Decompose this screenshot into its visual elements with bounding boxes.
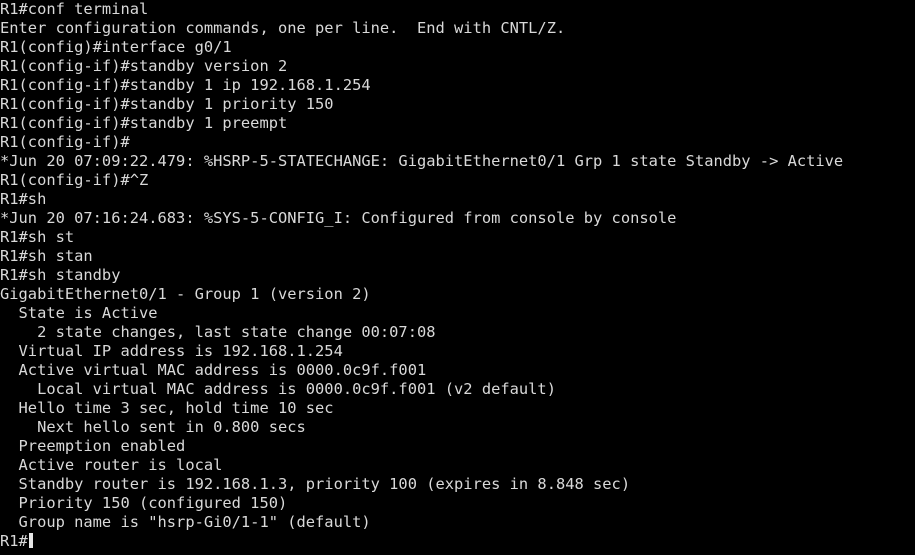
text-cursor	[28, 533, 33, 548]
terminal-window[interactable]: R1#conf terminal Enter configuration com…	[0, 0, 915, 555]
terminal-line: R1(config-if)#^Z	[0, 171, 149, 189]
terminal-line: Enter configuration commands, one per li…	[0, 19, 566, 37]
terminal-line: Active router is local	[0, 456, 223, 474]
terminal-line: R1#conf terminal	[0, 0, 149, 18]
terminal-line: Priority 150 (configured 150)	[0, 494, 288, 512]
terminal-line: R1(config-if)#standby 1 preempt	[0, 114, 288, 132]
terminal-line: GigabitEthernet0/1 - Group 1 (version 2)	[0, 285, 371, 303]
terminal-line: State is Active	[0, 304, 158, 322]
terminal-line: R1(config-if)#	[0, 133, 130, 151]
terminal-line: Hello time 3 sec, hold time 10 sec	[0, 399, 334, 417]
terminal-line: R1#sh st	[0, 228, 75, 246]
terminal-line: Virtual IP address is 192.168.1.254	[0, 342, 343, 360]
terminal-line: *Jun 20 07:16:24.683: %SYS-5-CONFIG_I: C…	[0, 209, 677, 227]
terminal-line: R1(config-if)#standby version 2	[0, 57, 288, 75]
terminal-line: R1#sh standby	[0, 266, 121, 284]
terminal-line: R1(config-if)#standby 1 ip 192.168.1.254	[0, 76, 371, 94]
terminal-line: Group name is "hsrp-Gi0/1-1" (default)	[0, 513, 371, 531]
command-prompt: R1#	[0, 532, 28, 550]
terminal-line: Active virtual MAC address is 0000.0c9f.…	[0, 361, 427, 379]
terminal-line: R1#sh stan	[0, 247, 93, 265]
terminal-line: R1(config-if)#standby 1 priority 150	[0, 95, 334, 113]
terminal-line: 2 state changes, last state change 00:07…	[0, 323, 436, 341]
terminal-line: Preemption enabled	[0, 437, 186, 455]
terminal-line: Next hello sent in 0.800 secs	[0, 418, 306, 436]
terminal-line: Local virtual MAC address is 0000.0c9f.f…	[0, 380, 556, 398]
terminal-line: Standby router is 192.168.1.3, priority …	[0, 475, 631, 493]
command-input-line[interactable]: R1#	[0, 532, 915, 551]
terminal-line: *Jun 20 07:09:22.479: %HSRP-5-STATECHANG…	[0, 152, 844, 170]
terminal-line: R1(config)#interface g0/1	[0, 38, 232, 56]
terminal-line: R1#sh	[0, 190, 47, 208]
